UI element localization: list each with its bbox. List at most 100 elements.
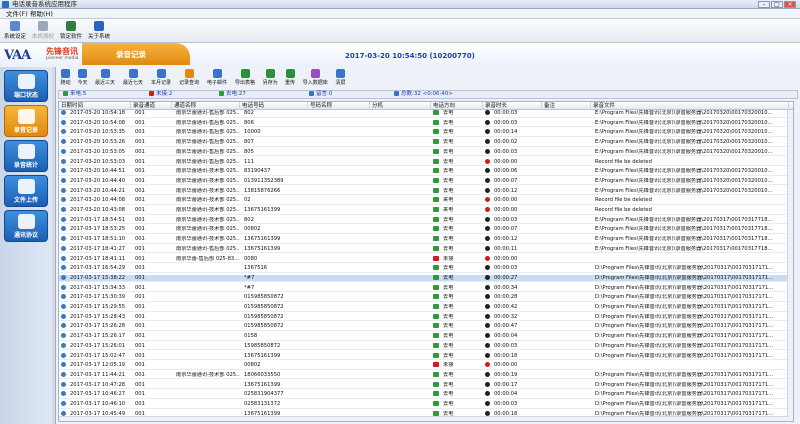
play-icon[interactable] <box>485 274 490 280</box>
play-icon[interactable] <box>485 410 490 416</box>
column-header-duration[interactable]: 录音时长 <box>483 102 542 110</box>
table-row[interactable]: 2017-03-17 15:26:28 001 015985850872 去电 00:0… <box>59 323 793 331</box>
column-header-channel-name[interactable]: 通道名称 <box>172 102 240 110</box>
license-button[interactable]: 本机授权 <box>30 20 56 42</box>
play-icon[interactable] <box>485 226 490 232</box>
play-icon[interactable] <box>485 371 490 377</box>
sidebar-item-port-status[interactable]: 端口状态 <box>4 70 48 102</box>
table-row[interactable]: 2017-03-17 18:51:10 001 南京华蕾通讯-技术部 025... 1… <box>59 236 793 244</box>
play-icon[interactable] <box>485 323 490 329</box>
email-button[interactable]: 电子邮件 <box>204 68 230 89</box>
table-row[interactable]: 2017-03-17 15:38:22 001 *#7 去电 00:00:27 D:\Pr… <box>59 274 793 283</box>
table-row[interactable]: 2017-03-17 10:47:28 001 13675161399 去电 00:00… <box>59 381 793 390</box>
last-seven-days-button[interactable]: 最近七天 <box>120 68 146 89</box>
play-icon[interactable] <box>485 129 490 135</box>
table-row[interactable]: 2017-03-20 10:43:08 001 南京华蕾通讯-技术部 025... 1… <box>59 207 793 215</box>
table-row[interactable]: 2017-03-17 15:30:39 001 015985850872 去电 00:0… <box>59 294 793 302</box>
table-row[interactable]: 2017-03-20 10:44:40 001 南京华蕾通讯-技术部 025... 0… <box>59 177 793 186</box>
play-icon[interactable] <box>485 207 490 212</box>
sidebar-item-call-records[interactable]: 录音记录 <box>4 105 48 137</box>
export-table-button[interactable]: 导出表格 <box>232 68 258 89</box>
play-icon[interactable] <box>485 177 490 183</box>
play-icon[interactable] <box>485 265 490 271</box>
column-header-number-name[interactable]: 号码名称 <box>308 102 370 110</box>
column-header-extension[interactable]: 分机 <box>370 102 431 110</box>
follow-button[interactable]: 随动 <box>58 68 73 89</box>
resend-button[interactable]: 重传 <box>283 68 298 89</box>
table-row[interactable]: 2017-03-20 10:53:26 001 南京华蕾通讯-售后部 025... 8… <box>59 139 793 147</box>
table-row[interactable]: 2017-03-20 10:54:18 001 南京华蕾通讯-售后部 025... 8… <box>59 110 793 118</box>
save-as-button[interactable]: 另存为 <box>260 68 281 89</box>
play-icon[interactable] <box>485 391 490 397</box>
play-icon[interactable] <box>485 158 490 164</box>
play-icon[interactable] <box>485 236 490 242</box>
table-row[interactable]: 2017-03-17 18:41:27 001 南京华蕾通讯-售后部 025... 1… <box>59 245 793 254</box>
column-header-channel[interactable]: 录音通道 <box>131 102 172 110</box>
import-database-button[interactable]: 导入数据库 <box>300 68 332 89</box>
play-icon[interactable] <box>485 352 490 358</box>
horizontal-scrollbar[interactable] <box>59 416 789 421</box>
sidebar-item-record-stats[interactable]: 录音统计 <box>4 140 48 172</box>
play-icon[interactable] <box>485 168 490 174</box>
table-row[interactable]: 2017-03-17 18:53:25 001 南京华蕾通讯-技术部 025... 0… <box>59 226 793 234</box>
table-row[interactable]: 2017-03-17 18:41:11 001 南京华蕾-售后部 025-83...… <box>59 255 793 263</box>
table-row[interactable]: 2017-03-17 18:54:51 001 南京华蕾通讯-技术部 025... 8… <box>59 216 793 225</box>
table-row[interactable]: 2017-03-17 15:26:17 001 0158 去电 00:00:04 D:\P… <box>59 333 793 341</box>
table-row[interactable]: 2017-03-20 10:53:05 001 南京华蕾通讯-售后部 025... 8… <box>59 148 793 157</box>
sidebar-item-comm-protocol[interactable]: 通讯协议 <box>4 210 48 242</box>
play-icon[interactable] <box>485 294 490 300</box>
table-row[interactable]: 2017-03-20 10:44:08 001 南京华蕾通讯-技术部 025... 0… <box>59 197 793 205</box>
play-icon[interactable] <box>485 216 490 222</box>
play-icon[interactable] <box>485 401 490 406</box>
close-button[interactable]: × <box>784 1 796 8</box>
sidebar-item-file-upload[interactable]: 文件上传 <box>4 175 48 207</box>
play-icon[interactable] <box>485 187 490 193</box>
vertical-scrollbar[interactable] <box>787 110 793 421</box>
play-icon[interactable] <box>485 110 490 115</box>
play-icon[interactable] <box>485 362 490 368</box>
table-row[interactable]: 2017-03-17 16:54:29 001 1367516 去电 00:00:03 D… <box>59 265 793 273</box>
column-header-datetime[interactable]: 日期时间 <box>59 102 131 110</box>
table-row[interactable]: 2017-03-17 12:05:19 001 00802 未接 00:00:00 <box>59 362 793 370</box>
table-row[interactable]: 2017-03-17 15:02:47 001 13675161399 去电 00:00… <box>59 352 793 360</box>
column-header-note[interactable]: 备注 <box>542 102 591 110</box>
menu-help[interactable]: 帮助(H) <box>30 9 53 19</box>
this-month-button[interactable]: 本月记录 <box>148 68 174 89</box>
play-icon[interactable] <box>485 333 490 339</box>
play-icon[interactable] <box>485 255 490 261</box>
play-icon[interactable] <box>485 139 490 145</box>
play-icon[interactable] <box>485 119 490 125</box>
table-row[interactable]: 2017-03-17 10:46:10 001 02583131372 去电 00:00… <box>59 401 793 409</box>
table-row[interactable]: 2017-03-17 15:29:55 001 015985850872 去电 00:0… <box>59 304 793 312</box>
column-header-record-file[interactable]: 录音文件 <box>591 102 789 110</box>
table-row[interactable]: 2017-03-20 10:53:03 001 南京华蕾通讯-售后部 025... 1… <box>59 158 793 166</box>
lock-software-button[interactable]: 锁定软件 <box>58 20 84 42</box>
play-icon[interactable] <box>485 313 490 319</box>
clear-screen-button[interactable]: 清屏 <box>333 68 348 89</box>
table-row[interactable]: 2017-03-17 15:28:43 001 015985850872 去电 00:0… <box>59 313 793 322</box>
table-row[interactable]: 2017-03-20 10:44:21 001 南京华蕾通讯-技术部 025... 1… <box>59 187 793 196</box>
menu-file[interactable]: 文件(F) <box>6 9 28 19</box>
table-row[interactable]: 2017-03-17 15:26:01 001 15985850872 去电 00:00… <box>59 342 793 351</box>
table-row[interactable]: 2017-03-20 10:54:08 001 南京华蕾通讯-售后部 025... 8… <box>59 119 793 128</box>
play-icon[interactable] <box>485 342 490 348</box>
today-button[interactable]: 今天 <box>75 68 90 89</box>
table-row[interactable]: 2017-03-17 11:44:21 001 南京华蕾通讯-技术部 025... 1… <box>59 371 793 380</box>
table-row[interactable]: 2017-03-17 10:46:27 001 025831904377 去电 00:0… <box>59 391 793 399</box>
record-query-button[interactable]: 记录查询 <box>176 68 202 89</box>
play-icon[interactable] <box>485 284 490 290</box>
play-icon[interactable] <box>485 381 490 387</box>
last-three-days-button[interactable]: 最近三天 <box>92 68 118 89</box>
play-icon[interactable] <box>485 148 490 154</box>
maximize-button[interactable]: □ <box>771 1 783 8</box>
play-icon[interactable] <box>485 197 490 203</box>
table-row[interactable]: 2017-03-20 10:44:51 001 南京华蕾通讯-技术部 025... 8… <box>59 168 793 176</box>
column-header-direction[interactable]: 电话方向 <box>431 102 483 110</box>
about-system-button[interactable]: 关于系统 <box>86 20 112 42</box>
column-header-phone-number[interactable]: 电话号码 <box>240 102 308 110</box>
table-row[interactable]: 2017-03-20 10:53:35 001 南京华蕾通讯-售后部 025... 1… <box>59 129 793 137</box>
minimize-button[interactable]: – <box>758 1 770 8</box>
play-icon[interactable] <box>485 304 490 309</box>
system-settings-button[interactable]: 系统设定 <box>2 20 28 42</box>
play-icon[interactable] <box>485 245 490 251</box>
